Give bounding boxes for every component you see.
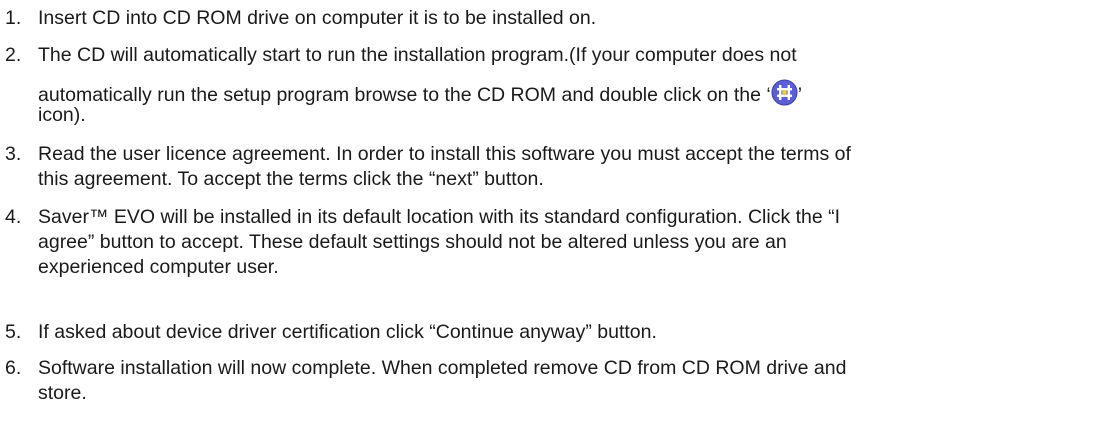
- step-number: 1.: [5, 7, 22, 29]
- step-text: icon).: [38, 104, 86, 126]
- step-number: 2.: [5, 44, 22, 66]
- step-text: Read the user licence agreement. In orde…: [38, 143, 851, 165]
- step-text-before-icon: automatically run the setup program brow…: [38, 84, 771, 106]
- step-text-after-icon: ’: [797, 84, 803, 106]
- step-number: 3.: [5, 143, 22, 165]
- step-text: agree” button to accept. These default s…: [38, 231, 787, 253]
- step-text: Saver™ EVO will be installed in its defa…: [38, 206, 841, 228]
- step-text: this agreement. To accept the terms clic…: [38, 168, 544, 190]
- step-text: experienced computer user.: [38, 256, 279, 278]
- step-number: 5.: [5, 321, 22, 343]
- step-text: The CD will automatically start to run t…: [38, 44, 797, 66]
- step-text: automatically run the setup program brow…: [38, 79, 802, 107]
- setup-program-icon: [771, 79, 798, 106]
- step-text: Software installation will now complete.…: [38, 357, 847, 379]
- step-text: store.: [38, 382, 87, 404]
- step-text: If asked about device driver certificati…: [38, 321, 657, 343]
- step-text: Insert CD into CD ROM drive on computer …: [38, 7, 597, 29]
- step-number: 4.: [5, 206, 22, 228]
- step-number: 6.: [5, 357, 22, 379]
